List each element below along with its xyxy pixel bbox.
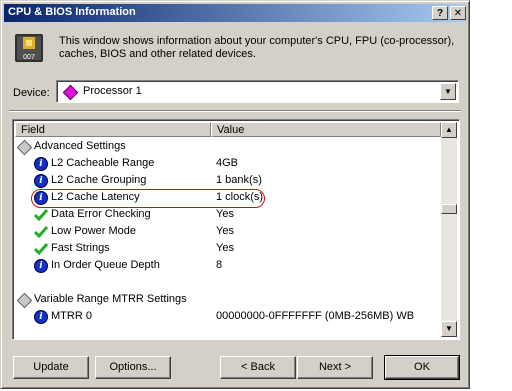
field-name: L2 Cacheable Range <box>51 157 155 169</box>
field-name: Variable Range MTRR Settings <box>34 293 187 305</box>
column-header-value[interactable]: Value <box>211 122 441 137</box>
title-bar[interactable]: CPU & BIOS Information ? ✕ <box>4 4 466 22</box>
field-name: Low Power Mode <box>51 225 136 237</box>
scroll-down-icon[interactable]: ▼ <box>441 321 457 337</box>
info-icon: i <box>35 175 47 187</box>
field-name: In Order Queue Depth <box>51 259 160 271</box>
field-value: 00000000-0FFFFFFF (0MB-256MB) WB <box>216 310 415 322</box>
device-label: Device: <box>13 87 50 99</box>
ok-button[interactable]: OK <box>384 355 460 380</box>
window-description: This window shows information about your… <box>59 35 455 60</box>
field-name: L2 Cache Grouping <box>51 174 147 186</box>
device-dropdown[interactable]: Processor 1 ▼ <box>56 80 459 103</box>
group-diamond-icon <box>16 139 33 156</box>
device-selected-value: Processor 1 <box>83 85 142 97</box>
chip-icon-label: 007 <box>23 54 35 61</box>
checkmark-icon <box>34 209 48 221</box>
divider <box>9 110 461 112</box>
list-group-header[interactable]: Advanced Settings <box>15 138 441 156</box>
chevron-down-icon[interactable]: ▼ <box>440 83 456 100</box>
list-item[interactable]: Fast Strings Yes <box>15 240 441 257</box>
close-button[interactable]: ✕ <box>450 6 466 20</box>
back-button[interactable]: < Back <box>220 356 296 379</box>
field-value: Yes <box>216 208 234 220</box>
list-item[interactable]: Low Power Mode Yes <box>15 223 441 240</box>
field-name: Advanced Settings <box>34 140 126 152</box>
info-list[interactable]: Field Value Advanced Settings i L2 Cacheab… <box>12 119 460 340</box>
checkmark-icon <box>34 243 48 255</box>
list-item[interactable]: Data Error Checking Yes <box>15 206 441 223</box>
field-value: Yes <box>216 242 234 254</box>
field-value: Yes <box>216 225 234 237</box>
info-icon: i <box>35 158 47 170</box>
next-button[interactable]: Next > <box>297 356 373 379</box>
info-icon: i <box>35 311 47 323</box>
group-diamond-icon <box>16 292 33 309</box>
highlight-annotation <box>31 189 265 208</box>
list-item[interactable]: i MTRR 0 00000000-0FFFFFFF (0MB-256MB) WB <box>15 308 441 325</box>
column-header-field[interactable]: Field <box>15 122 211 137</box>
field-name: Fast Strings <box>51 242 110 254</box>
field-name: Data Error Checking <box>51 208 151 220</box>
processor-diamond-icon <box>62 84 79 101</box>
cpu-chip-icon: 007 <box>13 32 45 64</box>
options-button[interactable]: Options... <box>95 356 171 379</box>
info-icon: i <box>35 260 47 272</box>
help-button[interactable]: ? <box>432 6 448 20</box>
window-title: CPU & BIOS Information <box>8 6 136 18</box>
field-value: 4GB <box>216 157 239 169</box>
scroll-up-icon[interactable]: ▲ <box>441 122 457 138</box>
vertical-scrollbar[interactable]: ▲ ▼ <box>441 122 457 337</box>
list-item[interactable]: i L2 Cacheable Range 4GB <box>15 155 441 172</box>
field-value: 1 bank(s) <box>216 174 262 186</box>
list-item[interactable]: i L2 Cache Grouping 1 bank(s) <box>15 172 441 189</box>
scroll-thumb[interactable] <box>441 204 457 214</box>
checkmark-icon <box>34 226 48 238</box>
cpu-bios-window: CPU & BIOS Information ? ✕ 007 This wind… <box>0 0 470 389</box>
list-item[interactable]: i In Order Queue Depth 8 <box>15 257 441 274</box>
field-value: 8 <box>216 259 223 271</box>
field-name: MTRR 0 <box>51 310 92 322</box>
list-group-header[interactable]: Variable Range MTRR Settings <box>15 291 441 309</box>
update-button[interactable]: Update <box>13 356 89 379</box>
list-item[interactable] <box>15 274 441 291</box>
